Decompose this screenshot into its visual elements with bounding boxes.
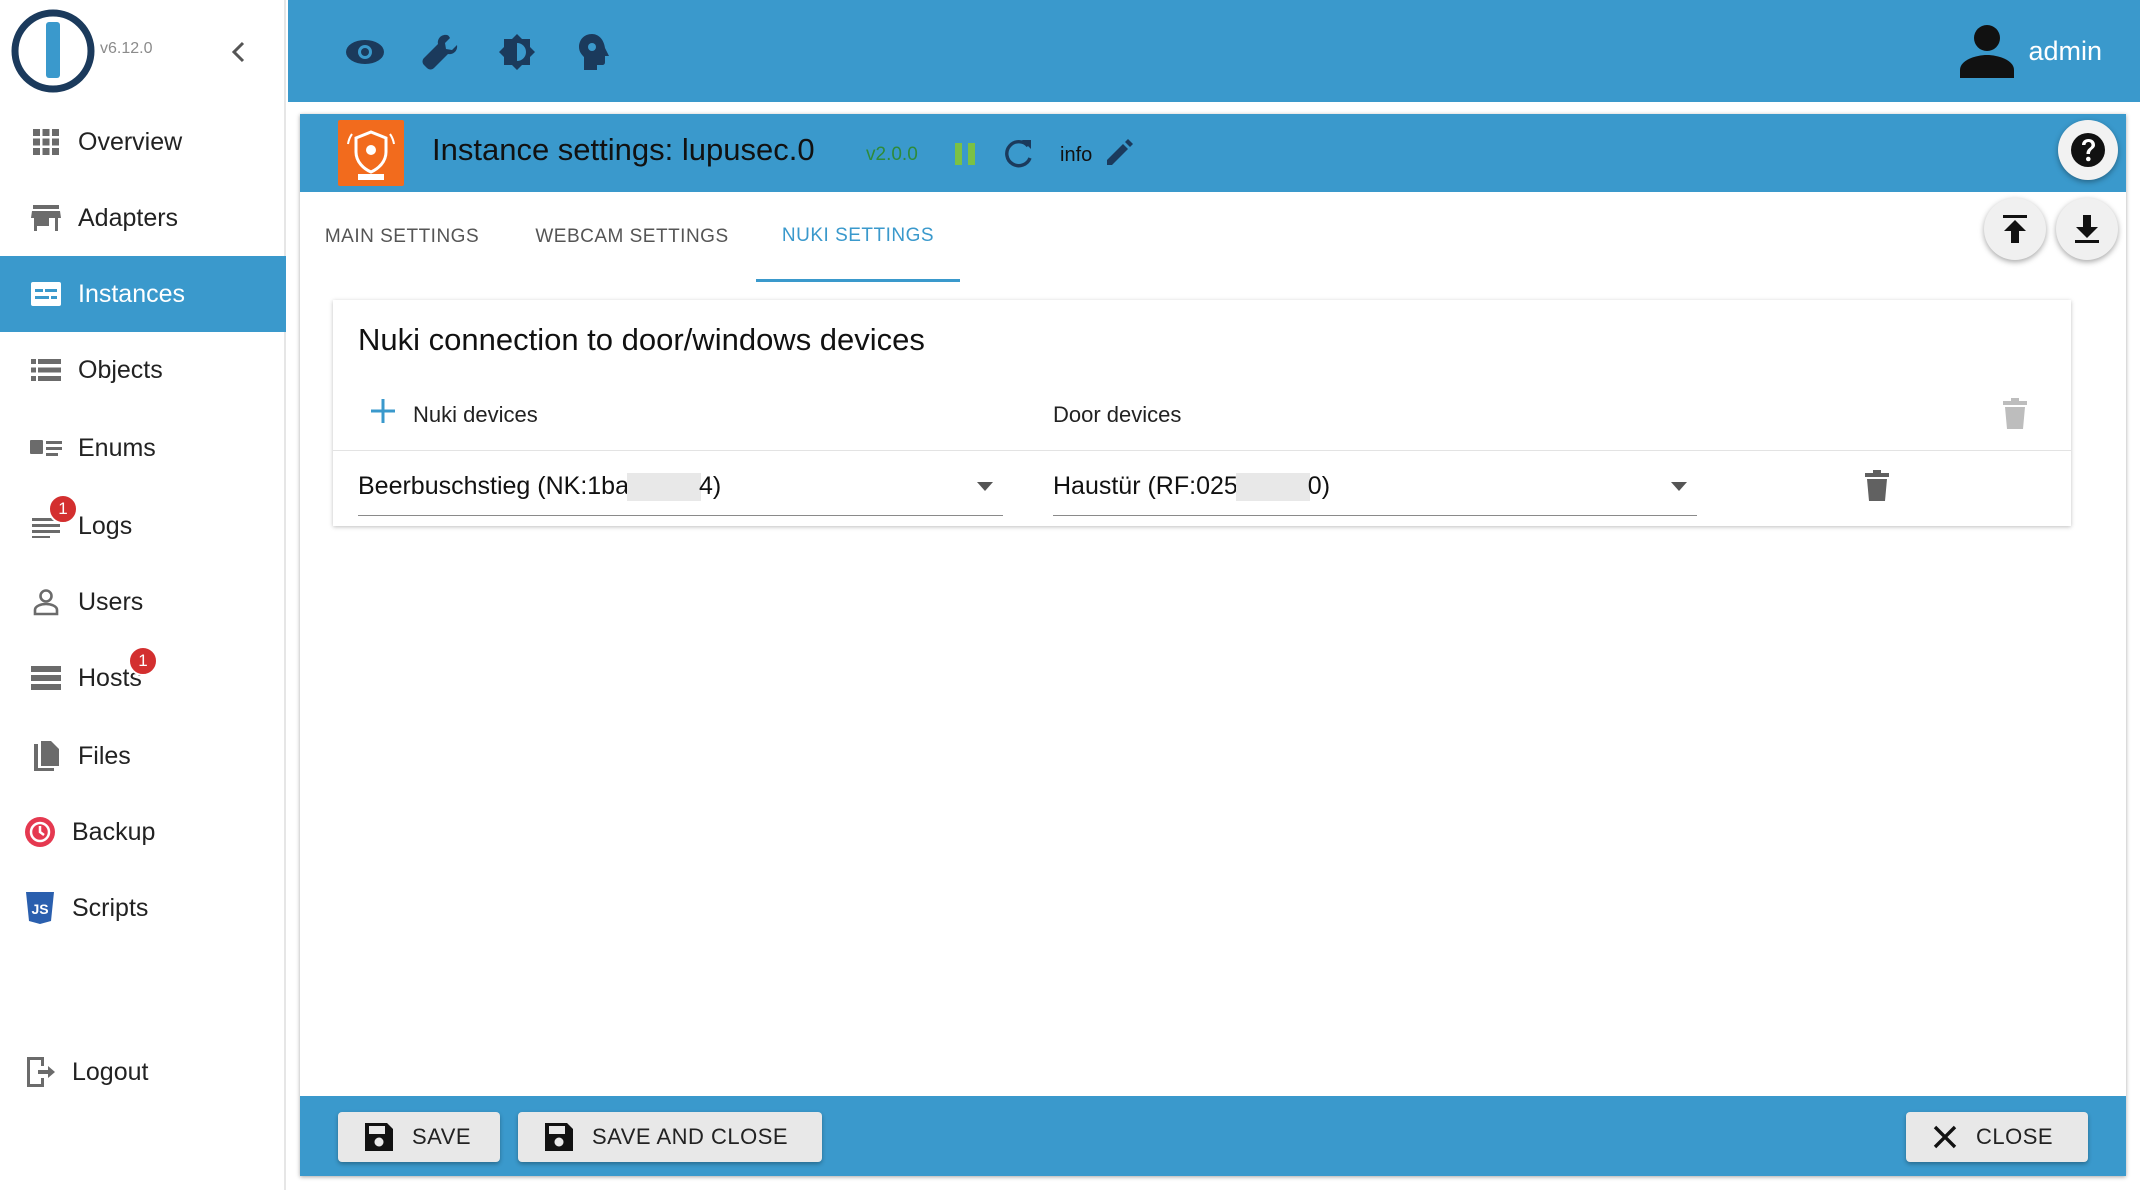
top-bar: admin (288, 0, 2140, 102)
sidebar-item-enums[interactable]: Enums (0, 410, 286, 486)
redacted-mask (1235, 473, 1310, 502)
delete-all-icon (2001, 398, 2033, 434)
help-button[interactable] (2058, 120, 2118, 180)
sidebar-item-label: Files (78, 741, 131, 770)
list-icon (30, 354, 62, 386)
save-button[interactable]: SAVE (338, 1112, 500, 1162)
sidebar-item-label: Backup (72, 817, 156, 846)
eye-icon[interactable] (343, 30, 387, 74)
upload-button[interactable] (1984, 198, 2046, 260)
hosts-badge: 1 (128, 646, 158, 676)
grid-icon (30, 126, 62, 158)
adapter-version: v2.0.0 (866, 144, 918, 165)
redacted-mask (626, 473, 701, 502)
sidebar-item-logs[interactable]: 1 Logs (0, 488, 286, 564)
tab-main-settings[interactable]: MAIN SETTINGS (300, 192, 504, 282)
sidebar-item-instances[interactable]: Instances (0, 256, 286, 332)
backup-icon (24, 816, 56, 848)
app-version: v6.12.0 (100, 40, 153, 57)
sidebar-item-backup[interactable]: Backup (0, 794, 286, 870)
lupusec-adapter-icon (338, 120, 404, 186)
door-device-select[interactable]: Haustür (RF:025 0) (1053, 460, 1697, 516)
dropdown-arrow-icon (977, 482, 993, 491)
iobroker-logo[interactable] (10, 8, 96, 94)
save-and-close-button[interactable]: SAVE AND CLOSE (518, 1112, 822, 1162)
column-header-nuki: Nuki devices (413, 402, 538, 427)
sidebar-item-hosts[interactable]: Hosts 1 (0, 640, 286, 716)
logout-icon (24, 1056, 56, 1088)
sidebar: v6.12.0 Overview Adapters Instances Obje… (0, 0, 286, 1190)
tab-nuki-settings[interactable]: NUKI SETTINGS (756, 192, 960, 282)
logs-icon: 1 (30, 494, 78, 542)
settings-tabs: MAIN SETTINGS WEBCAM SETTINGS NUKI SETTI… (300, 192, 1400, 282)
sidebar-item-label: Objects (78, 355, 163, 384)
column-header-door: Door devices (1053, 402, 1182, 427)
sidebar-item-label: Adapters (78, 203, 179, 232)
chevron-left-icon (231, 41, 245, 63)
door-device-value: Haustür (RF:025 0) (1053, 472, 1331, 502)
sidebar-item-objects[interactable]: Objects (0, 332, 286, 408)
pause-icon[interactable] (952, 140, 978, 168)
sidebar-item-adapters[interactable]: Adapters (0, 180, 286, 256)
instance-settings-dialog: Instance settings: lupusec.0 v2.0.0 info… (300, 114, 2126, 1176)
svg-text:JS: JS (31, 901, 48, 917)
sidebar-item-label: Instances (78, 279, 186, 308)
dialog-header: Instance settings: lupusec.0 v2.0.0 info (300, 114, 2126, 192)
upload-icon (2003, 215, 2027, 243)
sidebar-item-label: Scripts (72, 893, 149, 922)
sidebar-item-users[interactable]: Users (0, 564, 286, 640)
panel-title: Nuki connection to door/windows devices (358, 322, 925, 357)
nuki-device-select[interactable]: Beerbuschstieg (NK:1ba 4) (358, 460, 1003, 516)
instance-info-label: info (1060, 144, 1093, 166)
dialog-footer: SAVE SAVE AND CLOSE CLOSE (300, 1096, 2126, 1176)
expert-mode-icon[interactable] (572, 30, 616, 74)
dialog-title: Instance settings: lupusec.0 (432, 132, 815, 167)
pencil-icon[interactable] (1104, 138, 1136, 170)
save-label: SAVE (412, 1124, 472, 1149)
trash-icon (1865, 470, 1889, 501)
dropdown-arrow-icon (1671, 482, 1687, 491)
files-icon (30, 740, 62, 772)
floppy-disk-icon (545, 1123, 573, 1151)
logs-badge: 1 (48, 494, 78, 524)
logout-label: Logout (72, 1057, 149, 1086)
user-name: admin (2028, 35, 2102, 66)
sidebar-item-label: Enums (78, 433, 156, 462)
javascript-icon: JS (24, 892, 56, 924)
user-menu[interactable]: admin (1958, 24, 2102, 78)
logout-button[interactable]: Logout (0, 1034, 286, 1110)
instances-icon (30, 278, 62, 310)
close-button[interactable]: CLOSE (1906, 1112, 2088, 1162)
wrench-icon[interactable] (418, 30, 462, 74)
download-button[interactable] (2056, 198, 2118, 260)
collapse-sidebar-button[interactable] (222, 36, 254, 68)
brightness-icon[interactable] (495, 30, 539, 74)
add-row-button[interactable] (368, 396, 402, 430)
tab-webcam-settings[interactable]: WEBCAM SETTINGS (512, 192, 752, 282)
store-icon (30, 202, 62, 234)
floppy-disk-icon (365, 1123, 393, 1151)
hosts-icon (30, 662, 62, 694)
header-divider (333, 450, 2071, 451)
nuki-device-value: Beerbuschstieg (NK:1ba 4) (358, 472, 722, 502)
sidebar-item-files[interactable]: Files (0, 718, 286, 794)
download-icon (2075, 215, 2099, 243)
user-icon (30, 586, 62, 618)
plus-icon (371, 399, 395, 423)
delete-row-button[interactable] (1863, 470, 1897, 508)
sidebar-item-label: Users (78, 587, 144, 616)
close-label: CLOSE (1976, 1124, 2054, 1149)
account-icon (1960, 25, 2015, 78)
sidebar-item-label: Logs (78, 511, 133, 540)
sidebar-item-overview[interactable]: Overview (0, 104, 286, 180)
close-icon (1933, 1125, 1957, 1149)
enums-icon (30, 432, 62, 464)
nuki-connection-panel: Nuki connection to door/windows devices … (333, 300, 2071, 526)
sidebar-item-label: Overview (78, 127, 183, 156)
save-and-close-label: SAVE AND CLOSE (592, 1124, 789, 1149)
help-icon (2071, 133, 2105, 167)
reload-icon[interactable] (1000, 136, 1036, 172)
sidebar-item-scripts[interactable]: JS Scripts (0, 870, 286, 946)
